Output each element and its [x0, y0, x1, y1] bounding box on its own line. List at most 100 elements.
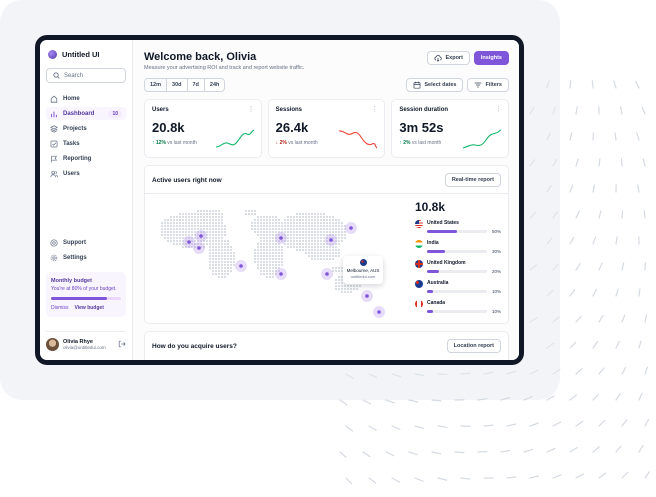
more-vertical-icon[interactable]: ⋮ — [248, 105, 255, 113]
range-24h[interactable]: 24h — [205, 79, 224, 91]
map-dot — [271, 257, 275, 261]
map-dot — [259, 215, 263, 219]
insights-button[interactable]: Insights — [473, 51, 509, 65]
user-hotspot[interactable] — [197, 246, 201, 250]
decorative-dash — [644, 314, 648, 323]
map-dot — [175, 239, 179, 243]
decorative-dash — [569, 446, 578, 453]
map-dot — [331, 221, 335, 225]
sidebar-item-dashboard[interactable]: Dashboard 10 — [46, 107, 126, 120]
map-dot — [187, 224, 191, 228]
map-dot — [271, 269, 275, 273]
map-dot — [175, 218, 179, 222]
range-12m[interactable]: 12m — [145, 79, 168, 91]
map-dot — [334, 284, 338, 288]
location-report-button[interactable]: Location report — [446, 339, 501, 353]
map-dot — [184, 221, 188, 225]
country-progress-bar — [427, 290, 487, 293]
view-budget-button[interactable]: View budget — [75, 305, 104, 311]
map-dot — [295, 218, 299, 222]
logo-icon — [48, 50, 57, 59]
range-30d[interactable]: 30d — [167, 79, 188, 91]
decorative-dash — [368, 425, 377, 431]
map-dot — [328, 230, 332, 234]
more-vertical-icon[interactable]: ⋮ — [371, 105, 378, 113]
map-dot — [322, 245, 326, 249]
sidebar-item-tasks[interactable]: Tasks — [46, 137, 126, 150]
decorative-dash — [644, 366, 649, 375]
decorative-dash — [529, 106, 535, 115]
filters-button[interactable]: Filters — [467, 78, 509, 92]
user-hotspot[interactable] — [279, 272, 283, 276]
map-dot — [214, 272, 218, 276]
user-hotspot[interactable] — [365, 294, 369, 298]
decorative-dash — [362, 399, 372, 405]
export-button[interactable]: Export — [427, 51, 470, 65]
map-dot — [334, 269, 338, 273]
sidebar-item-projects[interactable]: Projects — [46, 122, 126, 135]
sidebar-item-home[interactable]: Home — [46, 92, 126, 105]
dismiss-button[interactable]: Dismiss — [51, 305, 69, 311]
sidebar-item-users[interactable]: Users — [46, 167, 126, 180]
map-dot — [166, 233, 170, 237]
app-logo[interactable]: Untitled UI — [46, 50, 126, 59]
map-dot — [175, 224, 179, 228]
sidebar-item-settings[interactable]: Settings — [46, 251, 126, 264]
real-time-report-button[interactable]: Real-time report — [444, 173, 501, 187]
map-dot — [292, 221, 296, 225]
map-dot — [211, 230, 215, 234]
map-dot — [196, 227, 200, 231]
more-vertical-icon[interactable]: ⋮ — [495, 105, 502, 113]
user-hotspot[interactable] — [199, 234, 203, 238]
map-dot — [217, 269, 221, 273]
map-dot — [274, 230, 278, 234]
map-dot — [259, 254, 263, 258]
map-dot — [226, 248, 230, 252]
user-hotspot[interactable] — [239, 264, 243, 268]
map-dot — [274, 245, 278, 249]
map-dot — [181, 218, 185, 222]
india-flag-icon — [415, 240, 423, 248]
map-dot — [265, 266, 269, 270]
country-name: India — [427, 240, 439, 246]
map-dot — [322, 236, 326, 240]
search-input[interactable]: Search — [46, 68, 126, 83]
map-dot — [223, 269, 227, 273]
map-dot — [196, 212, 200, 216]
map-dot — [256, 251, 260, 255]
user-profile[interactable]: Olivia Rhye olivia@untitledui.com — [46, 331, 126, 351]
map-dot — [214, 233, 218, 237]
logout-icon[interactable] — [118, 340, 126, 350]
user-hotspot[interactable] — [377, 310, 381, 314]
decorative-dash — [598, 210, 602, 219]
map-dot — [280, 224, 284, 228]
map-dot — [247, 212, 251, 216]
user-hotspot[interactable] — [187, 240, 191, 244]
select-dates-button[interactable]: Select dates — [406, 78, 464, 92]
decorative-dash — [529, 475, 540, 479]
map-dot — [223, 275, 227, 279]
map-dot — [301, 224, 305, 228]
map-dot — [286, 224, 290, 228]
map-dot — [253, 260, 257, 264]
map-dot — [319, 230, 323, 234]
map-dot — [277, 221, 281, 225]
map-dot — [316, 221, 320, 225]
map-dot — [262, 263, 266, 267]
map-dot — [295, 230, 299, 234]
decorative-dash — [506, 476, 517, 479]
user-hotspot[interactable] — [349, 226, 353, 230]
range-7d[interactable]: 7d — [188, 79, 205, 91]
sidebar-item-reporting[interactable]: Reporting — [46, 152, 126, 165]
map-dot — [307, 212, 311, 216]
map-dot — [226, 266, 230, 270]
user-hotspot[interactable] — [279, 236, 283, 240]
map-dot — [160, 227, 164, 231]
sidebar-item-support[interactable]: Support — [46, 236, 126, 249]
user-hotspot[interactable] — [329, 238, 333, 242]
map-dot — [256, 215, 260, 219]
decorative-dash — [598, 472, 607, 479]
user-hotspot[interactable] — [325, 272, 329, 276]
map-dot — [268, 224, 272, 228]
map-dot — [211, 272, 215, 276]
